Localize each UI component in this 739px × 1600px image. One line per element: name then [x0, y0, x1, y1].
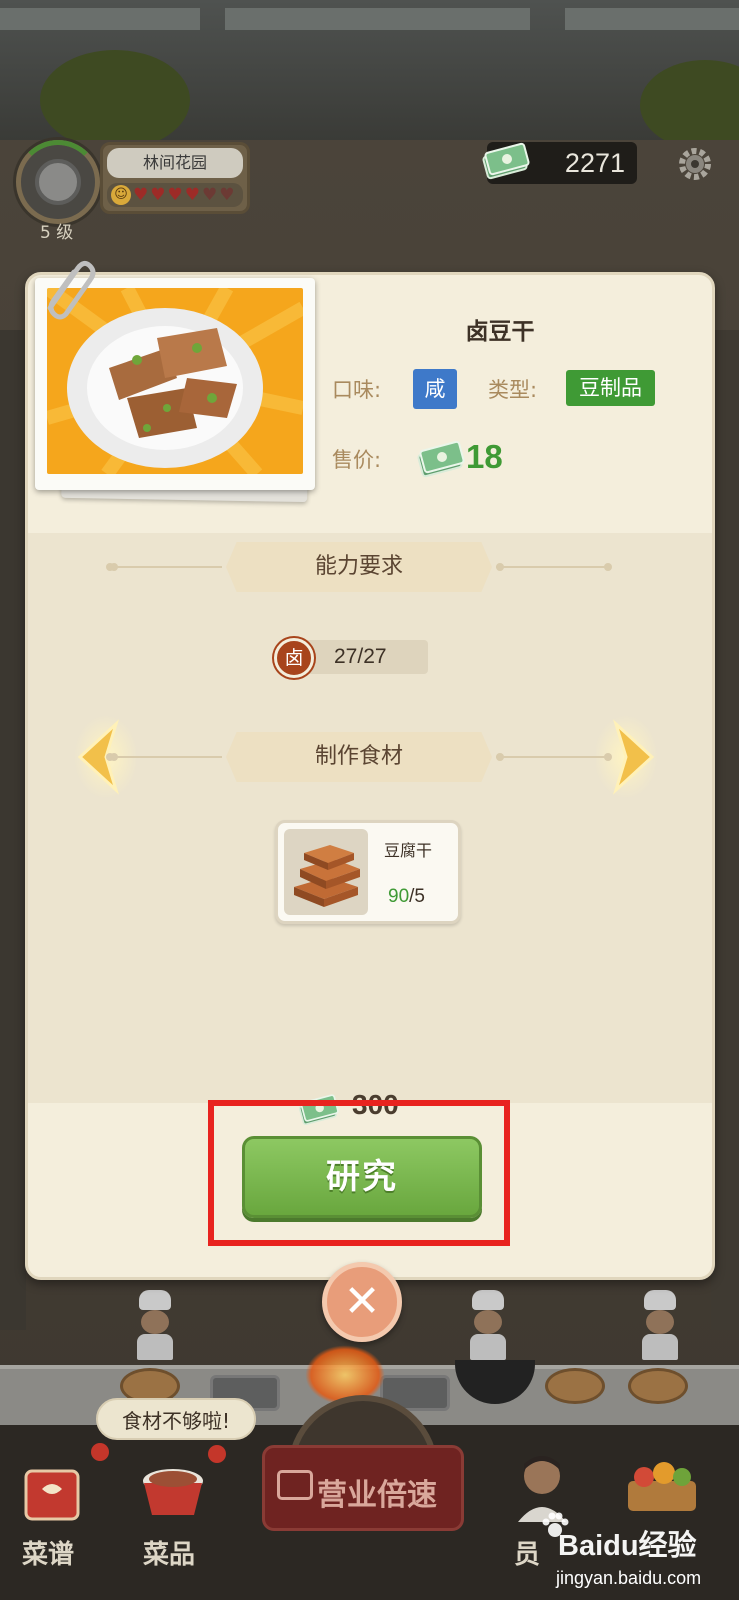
dish-name: 卤豆干	[465, 319, 535, 345]
money-value: 2271	[564, 148, 625, 178]
taste-tag: 咸	[413, 369, 457, 409]
close-icon: ✕	[343, 1276, 381, 1327]
taste-label: 口味:	[332, 378, 382, 402]
nav-dishes-label[interactable]: 菜品	[143, 1534, 195, 1571]
price-label: 售价:	[332, 448, 382, 472]
cutting-board	[628, 1368, 688, 1404]
wall-window	[225, 8, 530, 30]
left-shelf	[0, 330, 26, 1330]
tv-icon	[277, 1470, 313, 1500]
chef-pot-icon	[35, 159, 81, 205]
skill-value: 27/27	[334, 645, 387, 668]
heart-icon: ♥	[150, 185, 166, 205]
money-display: 2271	[482, 142, 637, 184]
nav-staff-label[interactable]: 员	[514, 1534, 540, 1571]
dish-bowl-icon[interactable]	[138, 1455, 208, 1525]
restaurant-level: 5 级	[40, 223, 74, 243]
tree	[40, 50, 190, 150]
divider-line	[496, 563, 612, 571]
produce-basket-icon[interactable]	[622, 1455, 702, 1515]
close-button[interactable]: ✕	[322, 1262, 402, 1342]
type-label: 类型:	[488, 378, 538, 402]
highlight-annotation-box	[208, 1100, 510, 1246]
chef-character	[468, 1290, 508, 1360]
baidu-watermark: Baidu经验 jingyan.baidu.com	[540, 1510, 739, 1600]
reputation-hearts: ☺ ♥ ♥ ♥ ♥ ♥ ♥	[107, 183, 243, 207]
ingredient-image	[284, 829, 368, 915]
dialog-section-band	[28, 533, 712, 1103]
divider-line	[106, 563, 222, 571]
paperclip-icon	[47, 260, 96, 320]
price-value: 18	[466, 438, 503, 475]
speed-up-label: 营业倍速	[317, 1478, 437, 1513]
heart-empty-icon: ♥	[219, 185, 235, 205]
speed-up-button[interactable]: 营业倍速	[262, 1445, 464, 1531]
restaurant-name: 林间花园	[107, 148, 243, 178]
watermark-url: jingyan.baidu.com	[556, 1568, 702, 1588]
chef-character	[640, 1290, 680, 1360]
restaurant-info-panel[interactable]: 林间花园 ☺ ♥ ♥ ♥ ♥ ♥ ♥	[100, 142, 250, 214]
type-tag: 豆制品	[566, 370, 655, 406]
smiley-icon: ☺	[111, 185, 131, 205]
heart-icon: ♥	[133, 185, 149, 205]
ability-requirement-heading: 能力要求	[226, 542, 492, 592]
gear-icon[interactable]	[675, 144, 715, 184]
dried-tofu-icon	[294, 845, 360, 907]
nav-recipes-label[interactable]: 菜谱	[22, 1534, 74, 1571]
cutting-board	[545, 1368, 605, 1404]
ingredients-heading: 制作食材	[226, 732, 492, 782]
out-of-ingredients-bubble: 食材不够啦!	[96, 1398, 256, 1440]
divider-line	[496, 753, 612, 761]
cash-icon	[482, 142, 530, 180]
braise-skill-icon: 卤	[274, 638, 314, 678]
cash-icon	[417, 440, 465, 478]
chef-character	[135, 1290, 175, 1360]
heart-icon: ♥	[167, 185, 183, 205]
heart-icon: ♥	[184, 185, 200, 205]
watermark-brand: Baidu经验	[558, 1530, 697, 1562]
ingredient-card[interactable]: 豆腐干 90/5	[275, 820, 461, 924]
ingredient-name: 豆腐干	[384, 841, 433, 860]
wall-window	[565, 8, 739, 30]
ingredient-required: /5	[409, 886, 425, 907]
ingredient-owned: 90	[388, 886, 410, 907]
wall-window	[0, 8, 200, 30]
notification-dot	[91, 1443, 109, 1461]
divider-line	[106, 753, 222, 761]
ingredient-count: 90/5	[388, 886, 425, 908]
notification-dot	[208, 1445, 226, 1463]
heart-empty-icon: ♥	[202, 185, 218, 205]
restaurant-avatar[interactable]	[16, 140, 100, 224]
right-shelf	[711, 330, 739, 1330]
recipe-book-icon[interactable]	[18, 1465, 88, 1525]
